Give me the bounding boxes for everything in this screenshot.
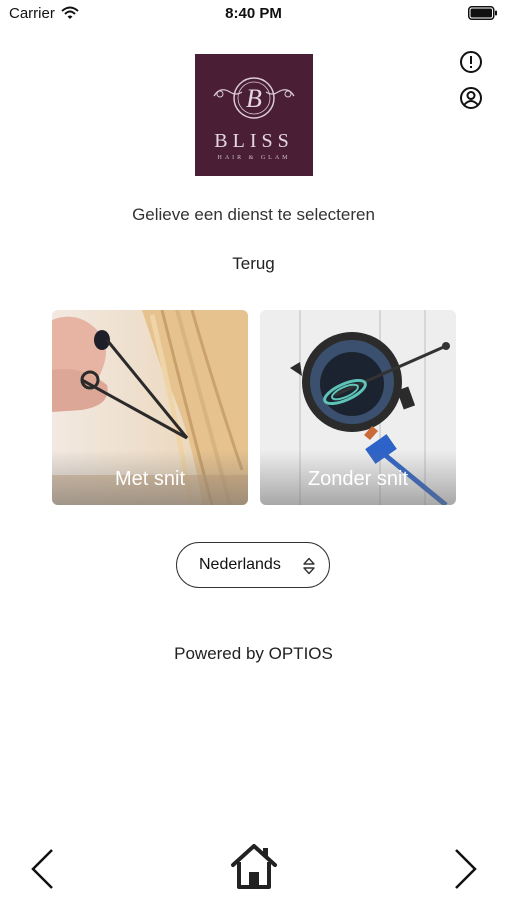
chevron-right-icon[interactable]	[452, 847, 480, 891]
salon-logo: B BLISS HAIR & GLAM	[195, 54, 313, 176]
info-icon[interactable]	[459, 50, 483, 74]
carrier-label: Carrier	[9, 5, 55, 22]
logo-name: BLISS	[214, 130, 294, 152]
service-label: Met snit	[114, 468, 186, 490]
language-select[interactable]: Nederlands	[176, 542, 330, 588]
service-tile-met-snit[interactable]: Met snit	[52, 310, 248, 505]
home-icon[interactable]	[230, 843, 278, 891]
service-prompt: Gelieve een dienst te selecteren	[132, 205, 375, 224]
status-bar: Carrier 8:40 PM	[0, 0, 507, 28]
logo-initial: B	[246, 84, 262, 113]
battery-icon	[468, 6, 497, 20]
logo-emblem: B	[213, 77, 295, 119]
wifi-icon	[61, 6, 79, 19]
logo-tagline: HAIR & GLAM	[217, 155, 291, 161]
service-tile-zonder-snit[interactable]: Zonder snit	[260, 310, 456, 505]
powered-by-footer: Powered by OPTIOS	[174, 644, 333, 663]
bottom-nav-bar	[0, 833, 507, 900]
account-icon[interactable]	[459, 86, 483, 110]
language-selected-value: Nederlands	[199, 556, 281, 573]
back-button[interactable]: Terug	[0, 254, 507, 274]
up-down-arrows-icon	[303, 557, 315, 575]
service-label: Zonder snit	[307, 468, 409, 490]
chevron-left-icon[interactable]	[28, 847, 56, 891]
